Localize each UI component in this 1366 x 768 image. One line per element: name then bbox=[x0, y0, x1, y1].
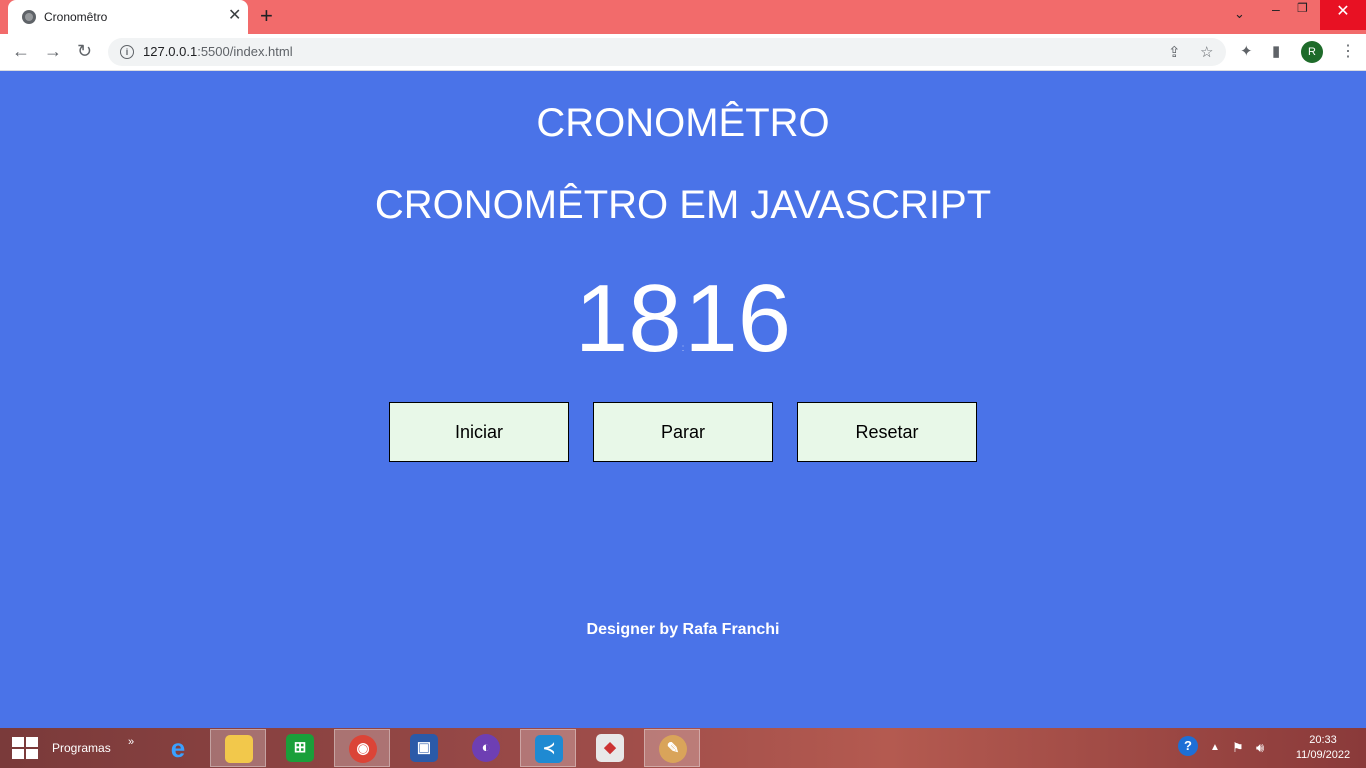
taskbar-app-vscode[interactable]: ≺ bbox=[520, 729, 576, 767]
site-info-icon[interactable]: i bbox=[120, 45, 134, 59]
page-subtitle: CRONOMÊTRO EM JAVASCRIPT bbox=[374, 183, 992, 227]
internet-explorer-icon: e bbox=[170, 733, 186, 763]
stop-button[interactable]: Parar bbox=[593, 402, 773, 462]
globe-icon bbox=[22, 10, 36, 24]
reset-button[interactable]: Resetar bbox=[797, 402, 977, 462]
window-close-button[interactable]: ✕ bbox=[1320, 0, 1366, 30]
browser-toolbar: ← → ↻ i 127.0.0.1:5500/index.html ⇪ ☆ bbox=[0, 34, 1366, 71]
timer-separator: : bbox=[681, 343, 685, 354]
system-clock[interactable]: 20:33 11/09/2022 bbox=[1286, 733, 1360, 763]
profile-avatar[interactable]: R bbox=[1301, 41, 1323, 63]
extensions-icon[interactable]: ✦ bbox=[1240, 42, 1253, 60]
programs-chevron-icon[interactable]: » bbox=[128, 736, 134, 748]
remote-desktop-icon: ▣ bbox=[410, 734, 438, 762]
help-icon[interactable]: ? bbox=[1178, 736, 1198, 756]
restore-icon[interactable]: ❐ bbox=[1297, 1, 1308, 15]
store-icon: ⊞ bbox=[286, 734, 314, 762]
clock-time: 20:33 bbox=[1309, 734, 1337, 746]
taskbar: Programas » e ⊞ ◉ ▣ ◐ ≺ ◆ ✎ ? ▲ ⚑ 🔊︎ 20:… bbox=[0, 728, 1366, 768]
roblox-icon: ◆ bbox=[596, 734, 624, 762]
new-tab-button[interactable]: + bbox=[260, 4, 273, 28]
tab-title: Cronomêtro bbox=[44, 10, 108, 24]
taskbar-app-file-explorer[interactable] bbox=[210, 729, 266, 767]
timer-display: 18:16 bbox=[0, 267, 1366, 401]
minimize-icon[interactable]: – bbox=[1272, 1, 1280, 17]
share-icon[interactable]: ⇪ bbox=[1168, 43, 1181, 61]
taskbar-app-store[interactable]: ⊞ bbox=[272, 729, 328, 767]
tab-close-icon[interactable]: ✕ bbox=[228, 7, 241, 25]
paint-palette-icon: ✎ bbox=[659, 735, 687, 763]
tab-search-chevron-icon[interactable]: ⌄ bbox=[1234, 6, 1245, 22]
taskbar-app-paint[interactable]: ✎ bbox=[644, 729, 700, 767]
folder-icon bbox=[225, 735, 253, 763]
menu-kebab-icon[interactable]: ⋮ bbox=[1340, 40, 1356, 64]
side-panel-icon[interactable]: ▮ bbox=[1272, 42, 1280, 60]
vscode-icon: ≺ bbox=[535, 735, 563, 763]
taskbar-app-chrome[interactable]: ◉ bbox=[334, 729, 390, 767]
url-text: 127.0.0.1:5500/index.html bbox=[143, 44, 293, 59]
timer-seconds: 18 bbox=[574, 265, 682, 372]
action-center-flag-icon[interactable]: ⚑ bbox=[1232, 740, 1244, 756]
windows-start-icon[interactable] bbox=[12, 737, 38, 759]
footer-credit: Designer by Rafa Franchi bbox=[586, 621, 780, 638]
programs-toolbar-label[interactable]: Programas bbox=[52, 741, 111, 755]
address-bar[interactable]: i 127.0.0.1:5500/index.html ⇪ ☆ bbox=[108, 38, 1226, 66]
browser-tab-strip: Cronomêtro ✕ + ⌄ – ❐ ✕ bbox=[0, 0, 1366, 34]
page-content: CRONOMÊTRO CRONOMÊTRO EM JAVASCRIPT 18:1… bbox=[0, 71, 1366, 728]
start-button[interactable]: Iniciar bbox=[389, 402, 569, 462]
reload-icon[interactable]: ↻ bbox=[77, 41, 92, 61]
browser-tab[interactable]: Cronomêtro ✕ bbox=[8, 0, 248, 34]
timer-centiseconds: 16 bbox=[684, 265, 792, 372]
chrome-icon: ◉ bbox=[349, 735, 377, 763]
back-icon[interactable]: ← bbox=[12, 41, 30, 61]
taskbar-app-internet-explorer[interactable]: e bbox=[150, 729, 206, 767]
forward-icon[interactable]: → bbox=[44, 41, 62, 61]
volume-icon[interactable]: 🔊︎ bbox=[1256, 740, 1264, 756]
clock-date: 11/09/2022 bbox=[1295, 749, 1351, 761]
page-title: CRONOMÊTRO bbox=[536, 101, 830, 145]
taskbar-app-github[interactable]: ◐ bbox=[458, 729, 514, 767]
bookmark-star-icon[interactable]: ☆ bbox=[1200, 43, 1213, 61]
show-hidden-icons-icon[interactable]: ▲ bbox=[1210, 742, 1220, 753]
taskbar-app-roblox[interactable]: ◆ bbox=[582, 729, 638, 767]
taskbar-app-remote-desktop[interactable]: ▣ bbox=[396, 729, 452, 767]
github-icon: ◐ bbox=[472, 734, 500, 762]
